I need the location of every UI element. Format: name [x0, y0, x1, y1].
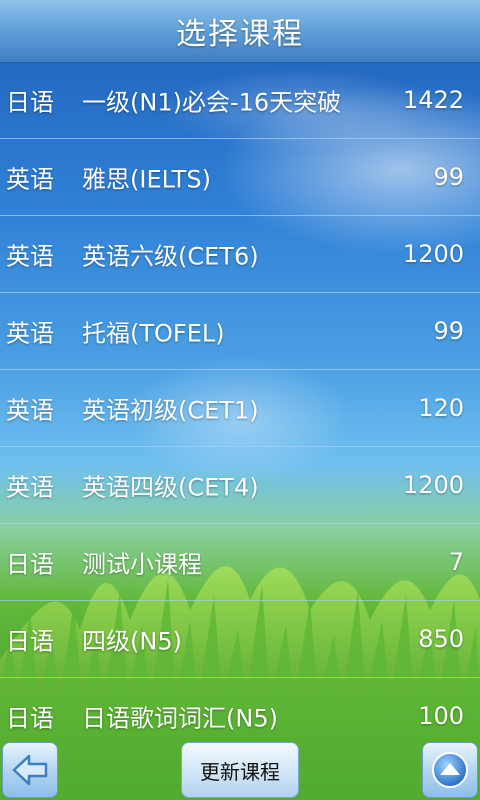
arrow-up-icon	[430, 750, 470, 790]
course-word-count: 850	[418, 625, 464, 653]
course-word-count: 100	[418, 702, 464, 730]
course-name: 托福(TOFEL)	[82, 319, 225, 348]
course-name: 测试小课程	[82, 550, 202, 579]
course-language: 日语	[6, 88, 54, 117]
course-word-count: 1422	[402, 86, 464, 114]
course-word-count: 7	[448, 548, 464, 576]
course-row[interactable]: 英语 英语初级(CET1) 120	[0, 370, 480, 447]
course-name: 英语四级(CET4)	[82, 473, 259, 502]
course-language: 英语	[6, 319, 54, 348]
update-courses-button[interactable]: 更新课程	[181, 742, 299, 798]
course-word-count: 120	[418, 394, 464, 422]
title-bar: 选择课程	[0, 0, 480, 63]
course-name: 日语歌词词汇(N5)	[82, 704, 278, 733]
bottom-toolbar: 更新课程	[0, 740, 480, 800]
course-row[interactable]: 英语 托福(TOFEL) 99	[0, 293, 480, 370]
course-language: 英语	[6, 242, 54, 271]
back-button[interactable]	[2, 742, 58, 798]
course-language: 英语	[6, 165, 54, 194]
arrow-left-icon	[11, 753, 49, 787]
course-name: 英语初级(CET1)	[82, 396, 259, 425]
course-word-count: 1200	[402, 240, 464, 268]
course-list[interactable]: 日语 一级(N1)必会-16天突破 1422 英语 雅思(IELTS) 99 英…	[0, 62, 480, 740]
course-language: 日语	[6, 550, 54, 579]
course-name: 雅思(IELTS)	[82, 165, 211, 194]
course-word-count: 99	[433, 317, 464, 345]
course-row[interactable]: 英语 英语四级(CET4) 1200	[0, 447, 480, 524]
course-row[interactable]: 日语 一级(N1)必会-16天突破 1422	[0, 62, 480, 139]
course-language: 日语	[6, 704, 54, 733]
page-title: 选择课程	[176, 17, 304, 52]
course-name: 一级(N1)必会-16天突破	[82, 88, 342, 117]
app-screen: 选择课程 日语 一级(N1)必会-16天突破 1422 英语 雅思(IELTS)…	[0, 0, 480, 800]
course-row[interactable]: 英语 雅思(IELTS) 99	[0, 139, 480, 216]
course-row[interactable]: 日语 四级(N5) 850	[0, 601, 480, 678]
course-language: 日语	[6, 627, 54, 656]
course-language: 英语	[6, 396, 54, 425]
scroll-top-button[interactable]	[422, 742, 478, 798]
course-word-count: 1200	[402, 471, 464, 499]
course-row[interactable]: 英语 英语六级(CET6) 1200	[0, 216, 480, 293]
course-name: 英语六级(CET6)	[82, 242, 259, 271]
course-language: 英语	[6, 473, 54, 502]
course-word-count: 99	[433, 163, 464, 191]
update-courses-label: 更新课程	[200, 759, 280, 784]
course-row[interactable]: 日语 测试小课程 7	[0, 524, 480, 601]
course-name: 四级(N5)	[82, 627, 182, 656]
course-row[interactable]: 日语 日语歌词词汇(N5) 100	[0, 678, 480, 740]
